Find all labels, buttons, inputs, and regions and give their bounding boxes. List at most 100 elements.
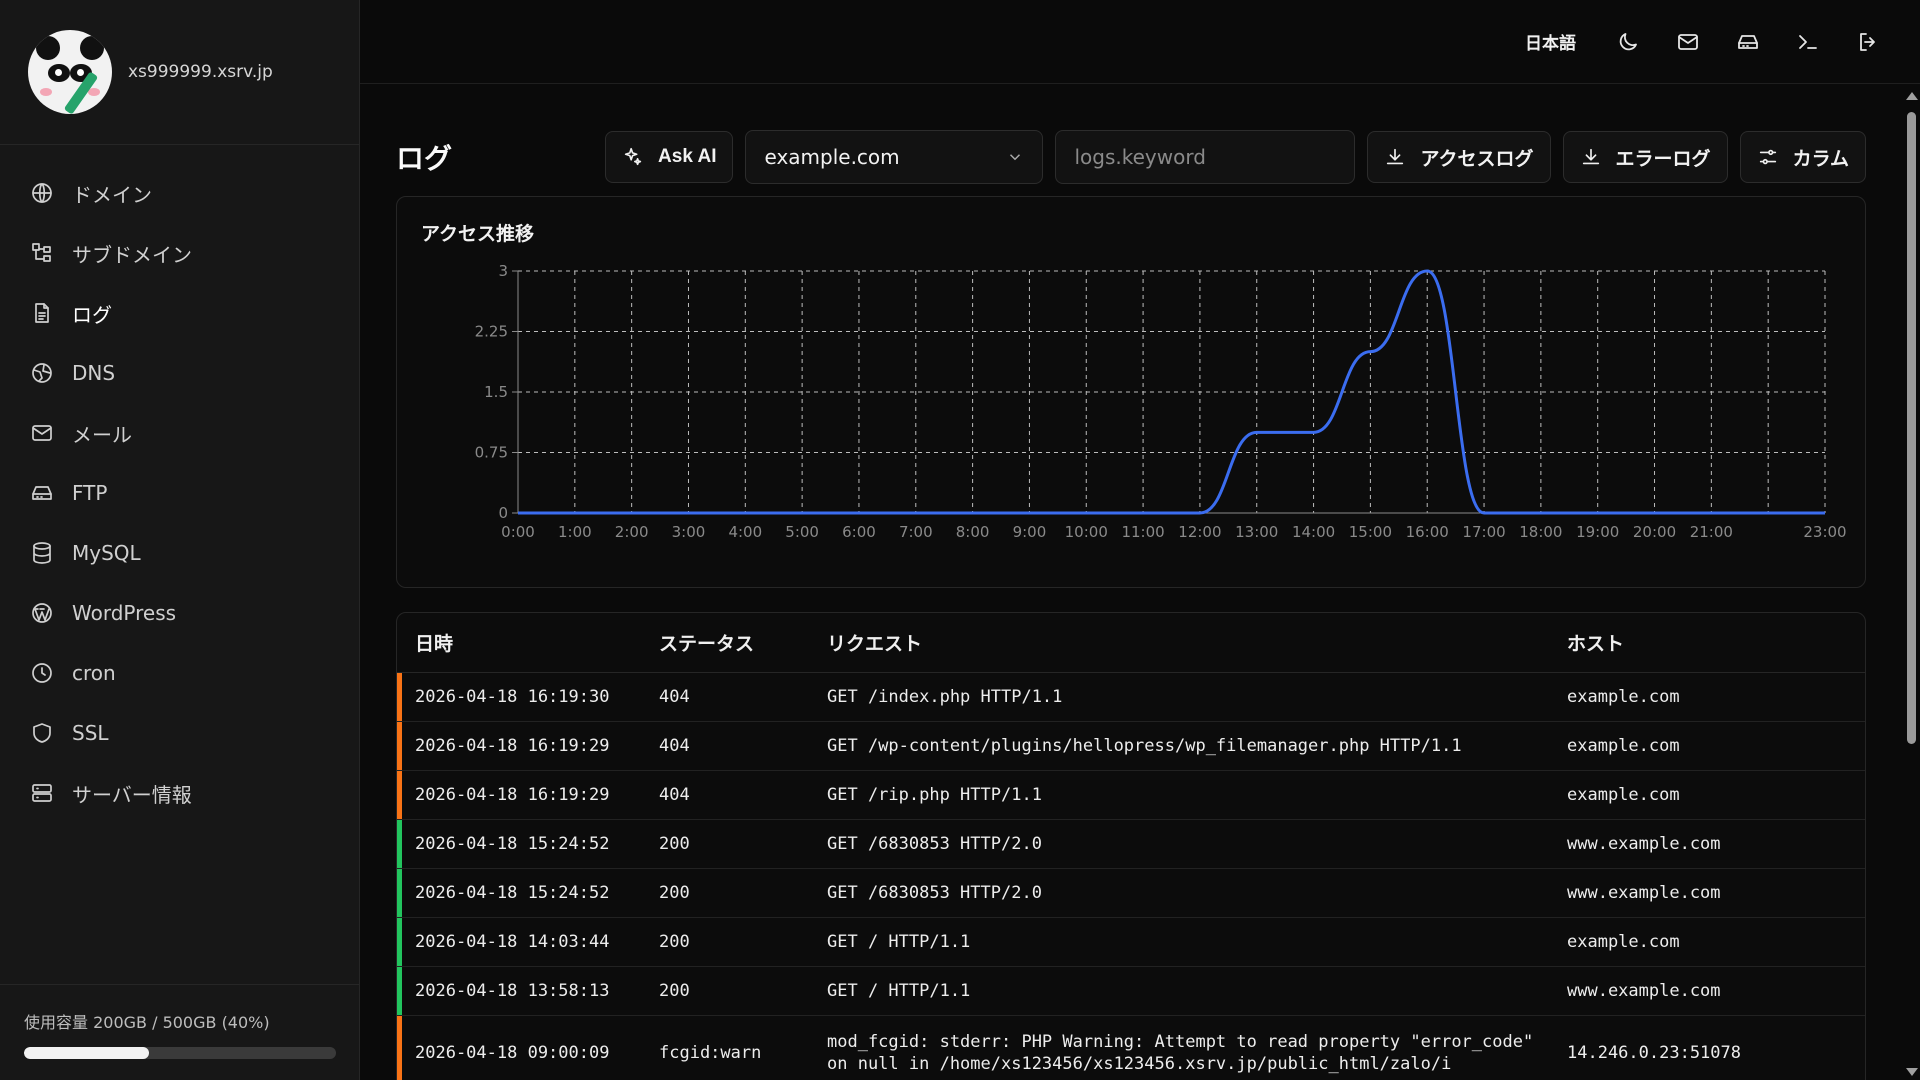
sidebar-item-mysql[interactable]: MySQL <box>0 523 359 583</box>
sidebar-item-mail[interactable]: メール <box>0 403 359 463</box>
table-row[interactable]: 2026-04-18 15:24:52 200 GET /6830853 HTTP/… <box>397 869 1865 918</box>
sidebar-item-wordpress[interactable]: WordPress <box>0 583 359 643</box>
cell-date: 2026-04-18 16:19:30 <box>415 687 610 707</box>
access-chart: 0 0.75 1.5 2.25 3 0:00 1:00 2:00 3:00 4:00 5:00 6:0… <box>475 262 1847 541</box>
table-row[interactable]: 2026-04-18 09:00:09 fcgid:warn mod_fcgid: … <box>397 1016 1865 1080</box>
cell-date: 2026-04-18 16:19:29 <box>415 785 610 805</box>
shield-icon <box>30 721 54 745</box>
cell-request: mod_fcgid: stderr: PHP Warning: Attempt … <box>827 1031 1534 1074</box>
x-tick-label: 11:00 <box>1121 523 1164 541</box>
x-tick-label: 10:00 <box>1065 523 1108 541</box>
status-color-strip <box>397 1016 402 1080</box>
sidebar-item-ftp[interactable]: FTP <box>0 463 359 523</box>
cell-request: GET /rip.php HTTP/1.1 <box>827 785 1042 805</box>
ask-ai-button[interactable]: Ask AI <box>605 131 734 183</box>
sidebar-item-domain[interactable]: ドメイン <box>0 163 359 223</box>
sidebar: xs999999.xsrv.jp ドメイン サブドメイン ログ DNS メール <box>0 0 360 1080</box>
column-header-request[interactable]: リクエスト <box>827 629 1567 656</box>
status-color-strip <box>397 967 402 1015</box>
cell-date: 2026-04-18 13:58:13 <box>415 981 610 1001</box>
cell-status: 404 <box>659 785 690 805</box>
table-row[interactable]: 2026-04-18 16:19:29 404 GET /rip.php HTTP/… <box>397 771 1865 820</box>
database-icon <box>30 541 54 565</box>
sidebar-nav: ドメイン サブドメイン ログ DNS メール FTP MySQL WordPre… <box>0 145 359 823</box>
terminal-icon[interactable] <box>1792 26 1824 58</box>
sidebar-item-log[interactable]: ログ <box>0 283 359 343</box>
sidebar-item-ssl[interactable]: SSL <box>0 703 359 763</box>
y-tick-label: 3 <box>498 262 508 280</box>
table-row[interactable]: 2026-04-18 14:03:44 200 GET / HTTP/1.1 exam… <box>397 918 1865 967</box>
x-tick-label: 19:00 <box>1576 523 1619 541</box>
access-log-download-button[interactable]: アクセスログ <box>1367 131 1551 183</box>
server-name: xs999999.xsrv.jp <box>128 62 273 82</box>
sidebar-item-label: MySQL <box>72 541 141 565</box>
mail-icon[interactable] <box>1672 26 1704 58</box>
x-tick-label: 1:00 <box>558 523 592 541</box>
sidebar-item-dns[interactable]: DNS <box>0 343 359 403</box>
sidebar-item-label: DNS <box>72 361 116 385</box>
x-tick-label: 17:00 <box>1462 523 1505 541</box>
sidebar-item-cron[interactable]: cron <box>0 643 359 703</box>
sidebar-item-label: WordPress <box>72 601 177 625</box>
main-content: 日本語 ログ Ask AI example.com logs.keyword ア… <box>360 0 1920 1080</box>
sidebar-item-subdomain[interactable]: サブドメイン <box>0 223 359 283</box>
x-tick-label: 9:00 <box>1013 523 1047 541</box>
status-color-strip <box>397 918 402 966</box>
column-header-status[interactable]: ステータス <box>659 629 827 656</box>
x-tick-label: 15:00 <box>1349 523 1392 541</box>
y-tick-label: 1.5 <box>484 383 508 401</box>
moon-icon[interactable] <box>1612 26 1644 58</box>
cell-date: 2026-04-18 14:03:44 <box>415 932 610 952</box>
x-tick-label: 7:00 <box>899 523 933 541</box>
error-log-download-button[interactable]: エラーログ <box>1562 131 1728 183</box>
drive-icon[interactable] <box>1732 26 1764 58</box>
cell-request: GET /6830853 HTTP/2.0 <box>827 834 1042 854</box>
table-header: 日時 ステータス リクエスト ホスト <box>397 613 1865 673</box>
status-color-strip <box>397 771 402 819</box>
scroll-down-arrow[interactable] <box>1906 1068 1918 1076</box>
cell-host: www.example.com <box>1567 883 1721 903</box>
column-header-date[interactable]: 日時 <box>397 629 659 656</box>
table-body: 2026-04-18 16:19:30 404 GET /index.php HTT… <box>397 673 1865 1080</box>
sparkles-icon <box>624 147 642 166</box>
globe-icon <box>30 181 54 205</box>
columns-button[interactable]: カラム <box>1739 131 1866 183</box>
storage-usage: 使用容量 200GB / 500GB (40%) <box>0 984 359 1080</box>
error-log-label: エラーログ <box>1615 148 1711 170</box>
language-switcher[interactable]: 日本語 <box>1525 29 1576 54</box>
column-header-host[interactable]: ホスト <box>1567 629 1865 656</box>
sidebar-item-server-info[interactable]: サーバー情報 <box>0 763 359 823</box>
wordpress-icon <box>30 601 54 625</box>
cell-host: example.com <box>1567 785 1680 805</box>
toolbar: Ask AI example.com アクセスログ エラーログ <box>605 130 1866 184</box>
cell-status: 200 <box>659 981 690 1001</box>
table-row[interactable]: 2026-04-18 16:19:29 404 GET /wp-content/pl… <box>397 722 1865 771</box>
table-row[interactable]: 2026-04-18 13:58:13 200 GET / HTTP/1.1 www.… <box>397 967 1865 1016</box>
domain-select[interactable]: example.com <box>745 130 1044 184</box>
table-row[interactable]: 2026-04-18 15:24:52 200 GET /6830853 HTTP/… <box>397 820 1865 869</box>
storage-usage-text: 使用容量 200GB / 500GB (40%) <box>24 1013 270 1032</box>
status-color-strip <box>397 869 402 917</box>
x-tick-label: 21:00 <box>1690 523 1733 541</box>
keyword-search-input[interactable] <box>1055 130 1356 184</box>
cell-date: 2026-04-18 16:19:29 <box>415 736 610 756</box>
x-tick-label: 8:00 <box>956 523 990 541</box>
sidebar-item-label: サブドメイン <box>72 242 192 267</box>
cell-status: 404 <box>659 687 690 707</box>
cell-request: GET /6830853 HTTP/2.0 <box>827 883 1042 903</box>
panda-avatar[interactable] <box>28 30 112 114</box>
x-tick-label: 23:00 <box>1803 523 1846 541</box>
table-row[interactable]: 2026-04-18 16:19:30 404 GET /index.php HTT… <box>397 673 1865 722</box>
download-icon <box>1387 148 1404 165</box>
scroll-thumb[interactable] <box>1907 112 1916 744</box>
app-root: xs999999.xsrv.jp ドメイン サブドメイン ログ DNS メール <box>0 0 1920 1080</box>
x-tick-label: 18:00 <box>1519 523 1562 541</box>
logout-icon[interactable] <box>1852 26 1884 58</box>
domain-select-value: example.com <box>764 145 900 169</box>
y-tick-label: 0.75 <box>475 444 508 462</box>
x-tick-label: 16:00 <box>1406 523 1449 541</box>
scroll-up-arrow[interactable] <box>1906 92 1918 100</box>
scrollbar[interactable] <box>1902 84 1920 1080</box>
x-tick-label: 14:00 <box>1292 523 1335 541</box>
ask-ai-label: Ask AI <box>658 146 717 167</box>
